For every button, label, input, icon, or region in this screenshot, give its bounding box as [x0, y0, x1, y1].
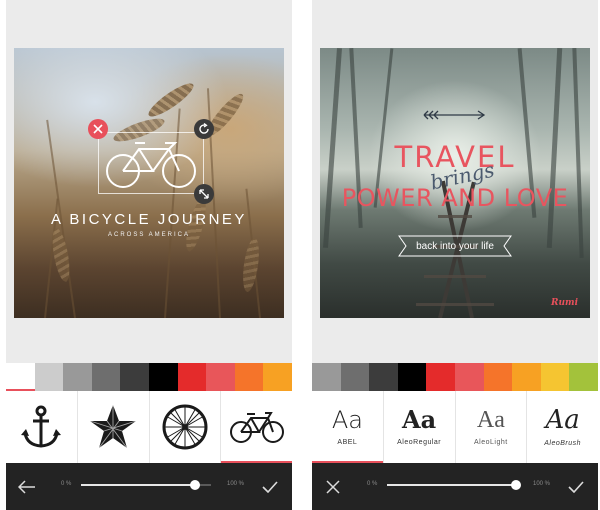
- font-item-aleo-brush[interactable]: Aa AleoBrush: [527, 391, 598, 463]
- color-swatch[interactable]: [426, 363, 455, 391]
- back-arrow-icon: [18, 480, 35, 494]
- rail-tie: [416, 303, 494, 306]
- font-item-aleo-light[interactable]: Aa AleoLight: [456, 391, 528, 463]
- close-button[interactable]: [321, 475, 345, 499]
- rail-tie: [424, 275, 486, 278]
- color-swatch[interactable]: [120, 363, 149, 391]
- color-swatch[interactable]: [34, 363, 64, 391]
- sticker-item-bicycle[interactable]: [221, 391, 292, 463]
- color-swatch[interactable]: [369, 363, 398, 391]
- sticker-item-wheel[interactable]: [150, 391, 222, 463]
- color-swatch[interactable]: [234, 363, 264, 391]
- color-swatch[interactable]: [340, 363, 370, 391]
- slider-min-label: 0 %: [367, 481, 378, 487]
- sticker-selection-box[interactable]: [98, 132, 204, 194]
- color-swatch[interactable]: [6, 363, 35, 391]
- rotate-sticker-button[interactable]: [194, 119, 214, 139]
- color-swatch[interactable]: [263, 363, 292, 391]
- color-swatch[interactable]: [569, 363, 598, 391]
- checkmark-icon: [568, 481, 584, 493]
- delete-sticker-button[interactable]: [88, 119, 108, 139]
- color-swatch[interactable]: [397, 363, 427, 391]
- checkmark-icon: [262, 481, 278, 493]
- ribbon-text: back into your life: [416, 240, 494, 252]
- bottom-toolbar: 0 % 100 %: [6, 463, 292, 510]
- anchor-icon: [21, 405, 62, 448]
- resize-icon: [199, 189, 209, 199]
- font-item-aleo-regular[interactable]: Aa AleoRegular: [384, 391, 456, 463]
- wheat-ear: [240, 237, 262, 293]
- slider-max-label: 100 %: [533, 481, 551, 487]
- color-swatch[interactable]: [454, 363, 484, 391]
- color-swatch[interactable]: [512, 363, 541, 391]
- font-sample: Aa: [402, 405, 437, 434]
- color-swatch[interactable]: [312, 363, 341, 391]
- color-swatch-bar: [6, 363, 292, 391]
- photo-canvas-wheat[interactable]: A BICYCLE JOURNEY ACROSS AMERICA: [14, 48, 284, 318]
- font-name: ABEL: [337, 439, 358, 446]
- color-swatch[interactable]: [483, 363, 513, 391]
- color-swatch[interactable]: [540, 363, 570, 391]
- font-name: AleoLight: [474, 439, 508, 446]
- color-swatch[interactable]: [206, 363, 235, 391]
- rail-tie: [438, 215, 472, 218]
- confirm-button[interactable]: [258, 475, 282, 499]
- wheel-icon: [162, 404, 208, 450]
- resize-sticker-button[interactable]: [194, 184, 214, 204]
- sticker-item-star[interactable]: [78, 391, 150, 463]
- quote-line-power[interactable]: POWER AND LOVE: [320, 184, 590, 212]
- back-button[interactable]: [15, 475, 39, 499]
- photo-canvas-forest[interactable]: TRAVEL brings POWER AND LOVE back into y…: [320, 48, 590, 318]
- font-sample: Aa: [545, 405, 580, 435]
- close-icon: [93, 124, 103, 134]
- arrow-ornament-icon: [423, 110, 486, 120]
- overlay-headline[interactable]: A BICYCLE JOURNEY: [14, 211, 284, 228]
- color-swatch[interactable]: [148, 363, 178, 391]
- opacity-slider[interactable]: [81, 480, 211, 490]
- wheat-ear: [144, 78, 198, 122]
- right-screen: TRAVEL brings POWER AND LOVE back into y…: [312, 0, 598, 510]
- quote-ribbon[interactable]: back into your life: [398, 235, 512, 257]
- left-screen: A BICYCLE JOURNEY ACROSS AMERICA 0 % 100…: [6, 0, 292, 510]
- slider-max-label: 100 %: [227, 481, 245, 487]
- bicycle-icon: [229, 412, 284, 443]
- font-name: AleoBrush: [544, 440, 582, 447]
- rotate-icon: [199, 123, 209, 134]
- overlay-subheadline[interactable]: ACROSS AMERICA: [14, 232, 284, 238]
- slider-thumb[interactable]: [510, 480, 521, 490]
- opacity-slider[interactable]: [387, 480, 521, 490]
- slider-min-label: 0 %: [61, 481, 72, 487]
- font-sample: Aa: [331, 406, 363, 434]
- font-name: AleoRegular: [397, 439, 442, 446]
- close-icon: [326, 480, 340, 494]
- font-sample: Aa: [476, 407, 505, 433]
- bicycle-sticker-icon: [106, 142, 196, 188]
- quote-signature[interactable]: Rumi: [551, 298, 578, 308]
- slider-thumb[interactable]: [190, 480, 201, 490]
- sticker-picker: [6, 391, 292, 463]
- slider-fill: [81, 484, 196, 486]
- sticker-item-anchor[interactable]: [6, 391, 78, 463]
- slider-fill: [387, 484, 516, 486]
- star-icon: [89, 405, 137, 449]
- color-swatch-bar: [312, 363, 598, 391]
- confirm-button[interactable]: [564, 475, 588, 499]
- color-swatch[interactable]: [63, 363, 92, 391]
- color-swatch[interactable]: [177, 363, 207, 391]
- font-picker: Aa ABEL Aa AleoRegular Aa AleoLight Aa A…: [312, 391, 598, 463]
- font-item-abel[interactable]: Aa ABEL: [312, 391, 384, 463]
- bottom-toolbar: 0 % 100 %: [312, 463, 598, 510]
- color-swatch[interactable]: [91, 363, 121, 391]
